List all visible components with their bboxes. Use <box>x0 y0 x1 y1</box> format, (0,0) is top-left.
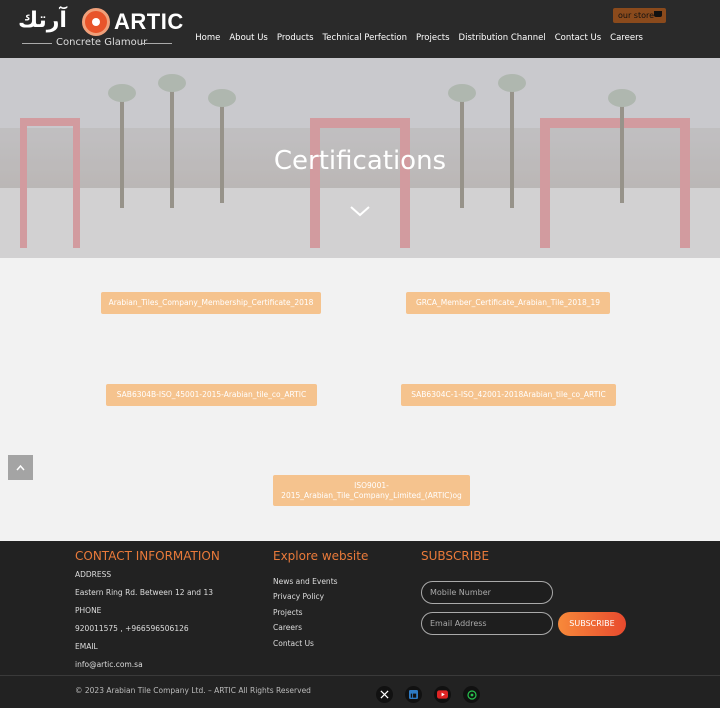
nav-home[interactable]: Home <box>195 33 220 43</box>
phone-value[interactable]: 920011575 , +966596506126 <box>75 624 189 633</box>
certificate-link[interactable]: Arabian_Tiles_Company_Membership_Certifi… <box>101 292 321 314</box>
chevron-up-icon <box>16 464 25 471</box>
tagline-rule-right <box>142 43 172 44</box>
hero-banner: Certifications <box>0 58 720 258</box>
main-nav: Home About Us Products Technical Perfect… <box>195 33 643 43</box>
our-store-label: our store <box>618 11 655 20</box>
certificate-link[interactable]: SAB6304C-1-ISO_42001-2018Arabian_tile_co… <box>401 384 616 406</box>
subscribe-heading: SUBSCRIBE <box>421 549 490 563</box>
footer-link-projects[interactable]: Projects <box>273 608 303 617</box>
certificate-link[interactable]: SAB6304B-ISO_45001-2015-Arabian_tile_co_… <box>106 384 317 406</box>
artic-logo[interactable]: آرتك ARTIC Concrete Glamour <box>14 6 184 52</box>
our-store-button[interactable]: our store <box>613 8 666 23</box>
footer-link-privacy[interactable]: Privacy Policy <box>273 592 324 601</box>
logo-tagline: Concrete Glamour <box>56 37 148 48</box>
phone-label: PHONE <box>75 606 102 615</box>
email-label: EMAIL <box>75 642 98 651</box>
nav-technical-perfection[interactable]: Technical Perfection <box>323 33 407 43</box>
contact-heading: CONTACT INFORMATION <box>75 549 220 563</box>
address-value: Eastern Ring Rd. Between 12 and 13 <box>75 588 213 597</box>
nav-distribution-channel[interactable]: Distribution Channel <box>459 33 546 43</box>
explore-heading: Explore website <box>273 549 369 563</box>
footer-link-contact[interactable]: Contact Us <box>273 639 314 648</box>
footer-link-careers[interactable]: Careers <box>273 623 302 632</box>
youtube-icon[interactable] <box>434 686 451 703</box>
email-address-input[interactable]: Email Address <box>421 612 553 635</box>
site-header: آرتك ARTIC Concrete Glamour our store Ho… <box>0 0 720 58</box>
nav-careers[interactable]: Careers <box>610 33 643 43</box>
x-icon[interactable] <box>376 686 393 703</box>
tagline-rule-left <box>22 43 52 44</box>
whatsapp-icon[interactable] <box>463 686 480 703</box>
chevron-down-icon[interactable] <box>350 202 370 222</box>
email-value[interactable]: info@artic.com.sa <box>75 660 143 669</box>
nav-products[interactable]: Products <box>277 33 314 43</box>
footer-divider <box>0 675 720 676</box>
address-label: ADDRESS <box>75 570 112 579</box>
nav-contact-us[interactable]: Contact Us <box>555 33 601 43</box>
certificate-link[interactable]: GRCA_Member_Certificate_Arabian_Tile_201… <box>406 292 610 314</box>
logo-mark-icon <box>82 8 110 36</box>
site-footer: CONTACT INFORMATION ADDRESS Eastern Ring… <box>0 541 720 708</box>
certificate-link[interactable]: ISO9001-2015_Arabian_Tile_Company_Limite… <box>273 475 470 506</box>
logo-word: ARTIC <box>114 9 184 34</box>
footer-link-news[interactable]: News and Events <box>273 577 338 586</box>
logo-arabic-text: آرتك <box>18 8 67 33</box>
subscribe-button[interactable]: SUBSCRIBE <box>558 612 626 636</box>
scroll-to-top-button[interactable] <box>8 455 33 480</box>
copyright-text: © 2023 Arabian Tile Company Ltd. – ARTIC… <box>75 686 311 695</box>
nav-projects[interactable]: Projects <box>416 33 450 43</box>
nav-about-us[interactable]: About Us <box>229 33 267 43</box>
mobile-number-input[interactable]: Mobile Number <box>421 581 553 604</box>
cart-icon <box>654 11 662 17</box>
page-title: Certifications <box>273 146 447 176</box>
linkedin-icon[interactable] <box>405 686 422 703</box>
